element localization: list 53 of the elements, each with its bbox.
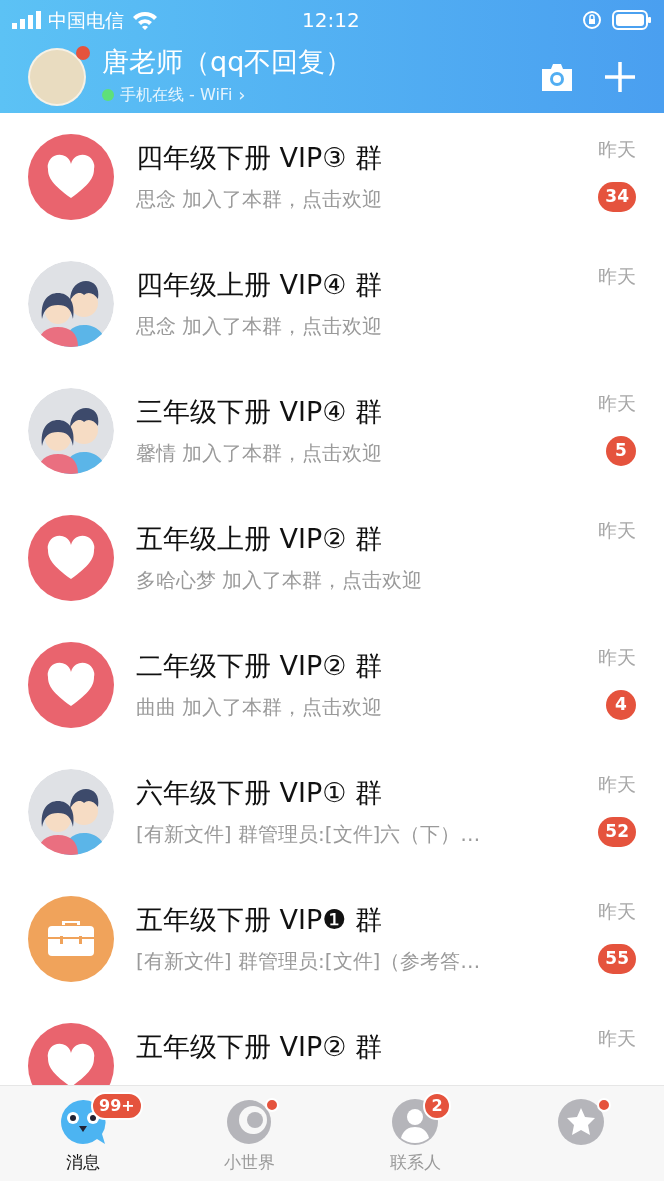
tab[interactable]: 2 联系人 — [332, 1086, 498, 1181]
message-time: 昨天 — [598, 391, 636, 416]
unread-count: 52 — [598, 817, 636, 847]
crescent-icon — [225, 1098, 273, 1146]
message-preview: [有新文件] 群管理员:[文件]（参考答… — [136, 947, 482, 975]
plus-icon[interactable] — [604, 60, 636, 93]
message-preview: 曲曲 加入了本群，点击欢迎 — [136, 693, 384, 721]
group-name: 六年级下册 VIP① 群 — [136, 775, 384, 810]
message-preview: 思念 加入了本群，点击欢迎 — [136, 312, 384, 340]
group-name: 二年级下册 VIP② 群 — [136, 648, 384, 683]
account-name: 唐老师（qq不回复） — [102, 45, 353, 79]
rotation-lock-icon — [582, 10, 602, 30]
group-name: 五年级下册 VIP② 群 — [136, 1029, 384, 1064]
unread-count: 55 — [598, 944, 636, 974]
message-time: 昨天 — [598, 772, 636, 797]
message-preview: [有新文件] 群管理员:[文件]六（下）… — [136, 820, 482, 848]
briefcase-avatar[interactable] — [28, 895, 114, 982]
message-time: 昨天 — [598, 899, 636, 924]
group-name: 四年级上册 VIP④ 群 — [136, 267, 384, 302]
tab-badge: 2 — [423, 1092, 451, 1120]
clock-time: 12:12 — [302, 7, 360, 34]
message-time: 昨天 — [598, 645, 636, 670]
message-time: 昨天 — [598, 264, 636, 289]
online-status[interactable]: 手机在线 - WiFi — [120, 82, 233, 107]
group-name: 四年级下册 VIP③ 群 — [136, 140, 384, 175]
message-preview: 多哈心梦 加入了本群，点击欢迎 — [136, 566, 424, 594]
message-time: 昨天 — [598, 137, 636, 162]
group-name: 三年级下册 VIP④ 群 — [136, 394, 384, 429]
chevron-icon: › — [238, 81, 246, 108]
couple-avatar[interactable] — [28, 260, 114, 347]
heart-avatar[interactable] — [28, 641, 114, 728]
group-name: 五年级下册 VIP❶ 群 — [136, 902, 384, 937]
tab[interactable]: 小世界 — [166, 1086, 332, 1181]
heart-avatar[interactable] — [28, 514, 114, 601]
group-name: 五年级上册 VIP② 群 — [136, 521, 384, 556]
couple-avatar[interactable] — [28, 768, 114, 855]
profile-picture[interactable] — [28, 47, 86, 106]
message-preview: 馨情 加入了本群，点击欢迎 — [136, 439, 384, 467]
unread-count: 4 — [606, 690, 636, 720]
message-preview: 思念 加入了本群，点击欢迎 — [136, 185, 384, 213]
camera-icon[interactable] — [540, 61, 574, 92]
carrier-name: 中国电信 — [48, 7, 124, 33]
heart-avatar[interactable] — [28, 133, 114, 220]
battery-icon — [612, 10, 652, 30]
tab[interactable]: 99+ 消息 — [0, 1086, 166, 1181]
signal-icon — [12, 11, 42, 29]
unread-count: 34 — [598, 182, 636, 212]
unread-count: 5 — [606, 436, 636, 466]
wifi-icon — [132, 10, 158, 30]
tab-badge: 99+ — [91, 1092, 143, 1120]
message-time: 昨天 — [598, 1026, 636, 1051]
message-time: 昨天 — [598, 518, 636, 543]
couple-avatar[interactable] — [28, 387, 114, 474]
